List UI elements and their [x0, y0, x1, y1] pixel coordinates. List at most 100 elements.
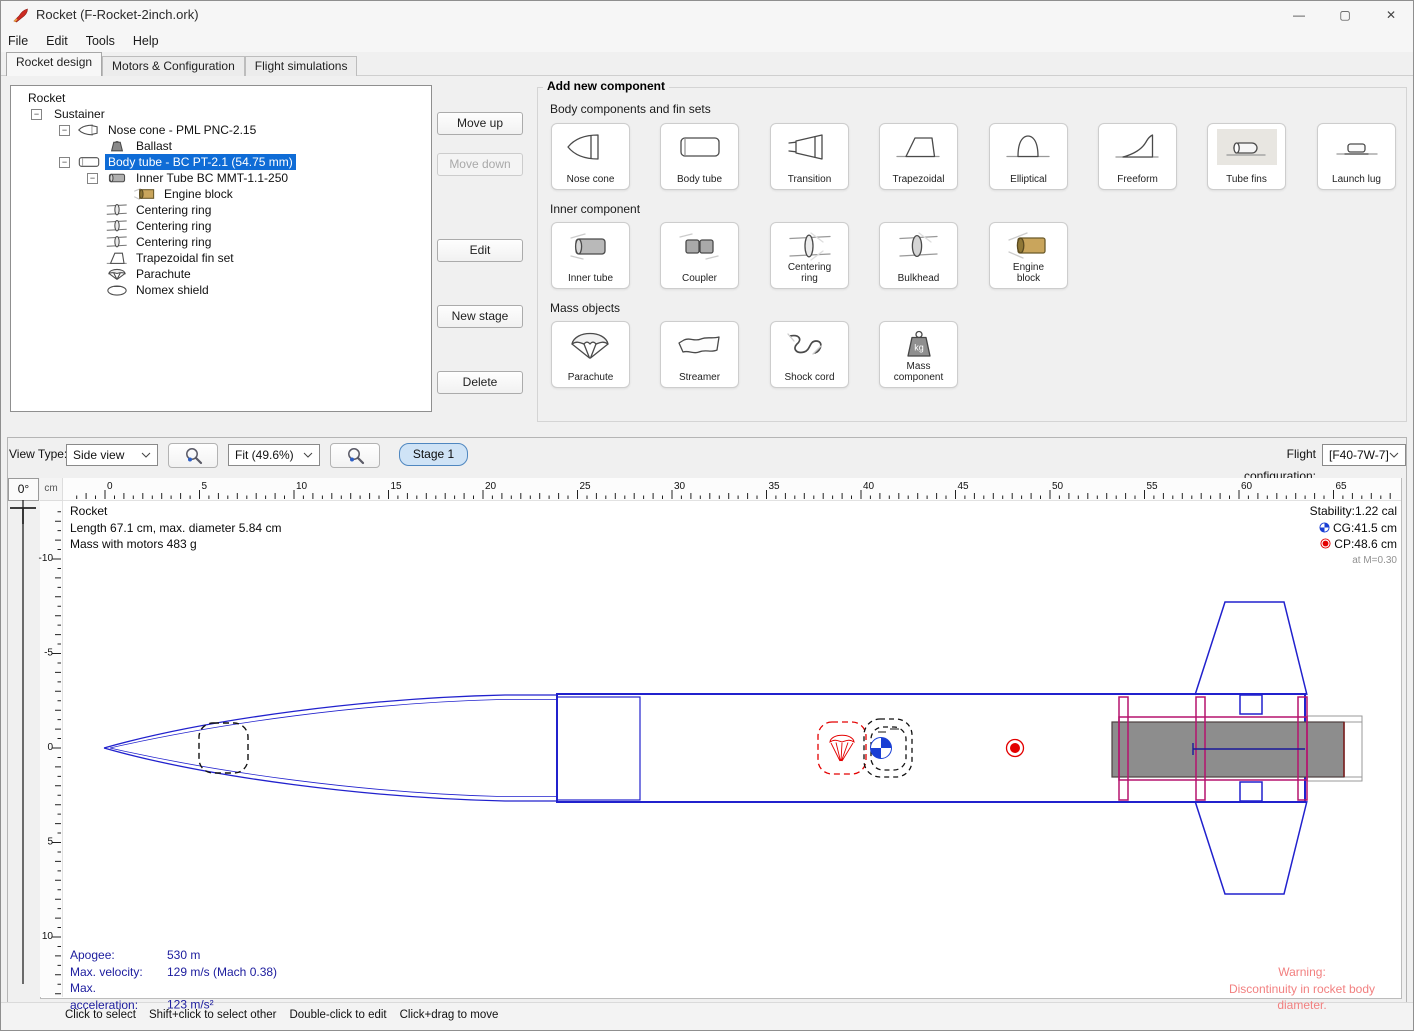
add-parachute-button[interactable]: Parachute	[551, 321, 630, 388]
delete-button[interactable]: Delete	[437, 371, 523, 394]
tree-item-label: Centering ring	[133, 218, 214, 234]
warning-message: Warning: Discontinuity in rocket body di…	[1207, 964, 1397, 1014]
component-label: Elliptical	[992, 175, 1065, 186]
collapse-icon[interactable]: −	[59, 125, 70, 136]
tree-item-label: Sustainer	[51, 106, 108, 122]
shield-icon	[105, 283, 129, 297]
ballast-icon	[105, 139, 129, 153]
tree-item-label: Ballast	[133, 138, 175, 154]
add-component-title: Add new component	[543, 79, 669, 93]
coupler-icon	[670, 228, 730, 264]
inner-tube-icon	[561, 228, 621, 264]
add-freeform-button[interactable]: Freeform	[1098, 123, 1177, 190]
view-type-select[interactable]: Side view	[66, 444, 158, 466]
chevron-down-icon	[1389, 452, 1399, 458]
add-centering-ring-button[interactable]: Centering ring	[770, 222, 849, 289]
menu-file[interactable]: File	[0, 30, 37, 52]
add-coupler-button[interactable]: Coupler	[660, 222, 739, 289]
tree-item-centering-ring[interactable]: Centering ring	[11, 234, 431, 250]
tree-item-body-tube-bc-pt-2-1-54-75-mm[interactable]: −Body tube - BC PT-2.1 (54.75 mm)	[11, 154, 431, 170]
component-label: Bulkhead	[882, 274, 955, 285]
tree-item-rocket[interactable]: Rocket	[11, 90, 431, 106]
add-launch-lug-button[interactable]: Launch lug	[1317, 123, 1396, 190]
info-line: Rocket	[70, 503, 281, 520]
add-inner-tube-button[interactable]: Inner tube	[551, 222, 630, 289]
tree-item-engine-block[interactable]: Engine block	[11, 186, 431, 202]
move-up-button[interactable]: Move up	[437, 112, 523, 135]
close-icon[interactable]: ✕	[1368, 0, 1414, 30]
new-stage-button[interactable]: New stage	[437, 305, 523, 328]
innertube-icon	[105, 171, 129, 185]
add-elliptical-button[interactable]: Elliptical	[989, 123, 1068, 190]
component-label: Coupler	[663, 274, 736, 285]
tree-item-nose-cone-pml-pnc-2-15[interactable]: − Nose cone - PML PNC-2.15	[11, 122, 431, 138]
tab-motors-configuration[interactable]: Motors & Configuration	[102, 56, 245, 76]
collapse-icon[interactable]: −	[87, 173, 98, 184]
launch-lug-icon	[1327, 129, 1387, 165]
centeringring-icon	[105, 219, 129, 233]
tree-item-label: Inner Tube BC MMT-1.1-250	[133, 170, 291, 186]
add-bulkhead-button[interactable]: Bulkhead	[879, 222, 958, 289]
streamer-icon	[670, 327, 730, 363]
add-transition-button[interactable]: Transition	[770, 123, 849, 190]
minimize-icon[interactable]: —	[1276, 0, 1322, 30]
component-label: Tube fins	[1210, 175, 1283, 186]
tree-item-inner-tube-bc-mmt-1-1-250[interactable]: − Inner Tube BC MMT-1.1-250	[11, 170, 431, 186]
component-tree[interactable]: Rocket−Sustainer−Nose cone - PML PNC-2.1…	[10, 85, 432, 412]
add-shock-cord-button[interactable]: Shock cord	[770, 321, 849, 388]
add-body-tube-button[interactable]: Body tube	[660, 123, 739, 190]
tree-item-label: Centering ring	[133, 234, 214, 250]
tree-item-label: Centering ring	[133, 202, 214, 218]
add-mass-component-button[interactable]: kgMass component	[879, 321, 958, 388]
collapse-icon[interactable]: −	[59, 157, 70, 168]
component-label: Freeform	[1101, 175, 1174, 186]
stability-info: Stability:1.22 cal CG:41.5 cm CP:48.6 cm…	[1107, 503, 1397, 569]
add-tube-fins-button[interactable]: Tube fins	[1207, 123, 1286, 190]
tree-item-label: Nose cone - PML PNC-2.15	[105, 122, 259, 138]
status-hint: Click+drag to move	[400, 1003, 499, 1027]
add-component-panel: Body components and fin setsNose coneBod…	[537, 87, 1407, 422]
app-rocket-icon	[12, 6, 30, 24]
menu-tools[interactable]: Tools	[77, 30, 124, 52]
rotation-angle-box[interactable]: 0°	[8, 478, 39, 501]
component-label: Parachute	[554, 373, 627, 384]
cp-icon	[1320, 538, 1331, 549]
menu-help[interactable]: Help	[124, 30, 168, 52]
freeform-icon	[1108, 129, 1168, 165]
chevron-down-icon	[303, 452, 313, 458]
info-line: Length 67.1 cm, max. diameter 5.84 cm	[70, 520, 281, 537]
zoom-in-button[interactable]	[330, 443, 380, 468]
tree-item-centering-ring[interactable]: Centering ring	[11, 202, 431, 218]
tree-item-centering-ring[interactable]: Centering ring	[11, 218, 431, 234]
maximize-icon[interactable]: ▢	[1322, 0, 1368, 30]
tree-item-nomex-shield[interactable]: Nomex shield	[11, 282, 431, 298]
tab-flight-simulations[interactable]: Flight simulations	[245, 56, 358, 76]
stage-1-toggle[interactable]: Stage 1	[399, 443, 468, 466]
horizontal-ruler-strip	[62, 478, 1401, 501]
add-engine-block-button[interactable]: Engine block	[989, 222, 1068, 289]
menu-edit[interactable]: Edit	[37, 30, 77, 52]
ruler-unit-label: cm	[40, 478, 63, 501]
tree-item-sustainer[interactable]: −Sustainer	[11, 106, 431, 122]
tree-item-ballast[interactable]: Ballast	[11, 138, 431, 154]
collapse-icon[interactable]: −	[31, 109, 42, 120]
cg-icon	[1319, 522, 1330, 533]
add-nose-cone-button[interactable]: Nose cone	[551, 123, 630, 190]
warning-text: Discontinuity in rocket body diameter.	[1207, 981, 1397, 1014]
body-tube-icon	[670, 129, 730, 165]
flight-config-select[interactable]: [F40-7W-7]	[1322, 444, 1406, 466]
tab-rocket-design[interactable]: Rocket design	[6, 52, 102, 76]
add-streamer-button[interactable]: Streamer	[660, 321, 739, 388]
edit-button[interactable]: Edit	[437, 239, 523, 262]
kg-label: kg	[914, 343, 924, 353]
tree-item-trapezoidal-fin-set[interactable]: Trapezoidal fin set	[11, 250, 431, 266]
elliptical-icon	[999, 129, 1059, 165]
tree-item-parachute[interactable]: Parachute	[11, 266, 431, 282]
zoom-out-button[interactable]	[168, 443, 218, 468]
add-trapezoidal-button[interactable]: Trapezoidal	[879, 123, 958, 190]
warning-title: Warning:	[1207, 964, 1397, 981]
centeringring-icon	[105, 203, 129, 217]
move-down-button[interactable]: Move down	[437, 153, 523, 176]
zoom-level-select[interactable]: Fit (49.6%)	[228, 444, 320, 466]
component-label: Trapezoidal	[882, 175, 955, 186]
